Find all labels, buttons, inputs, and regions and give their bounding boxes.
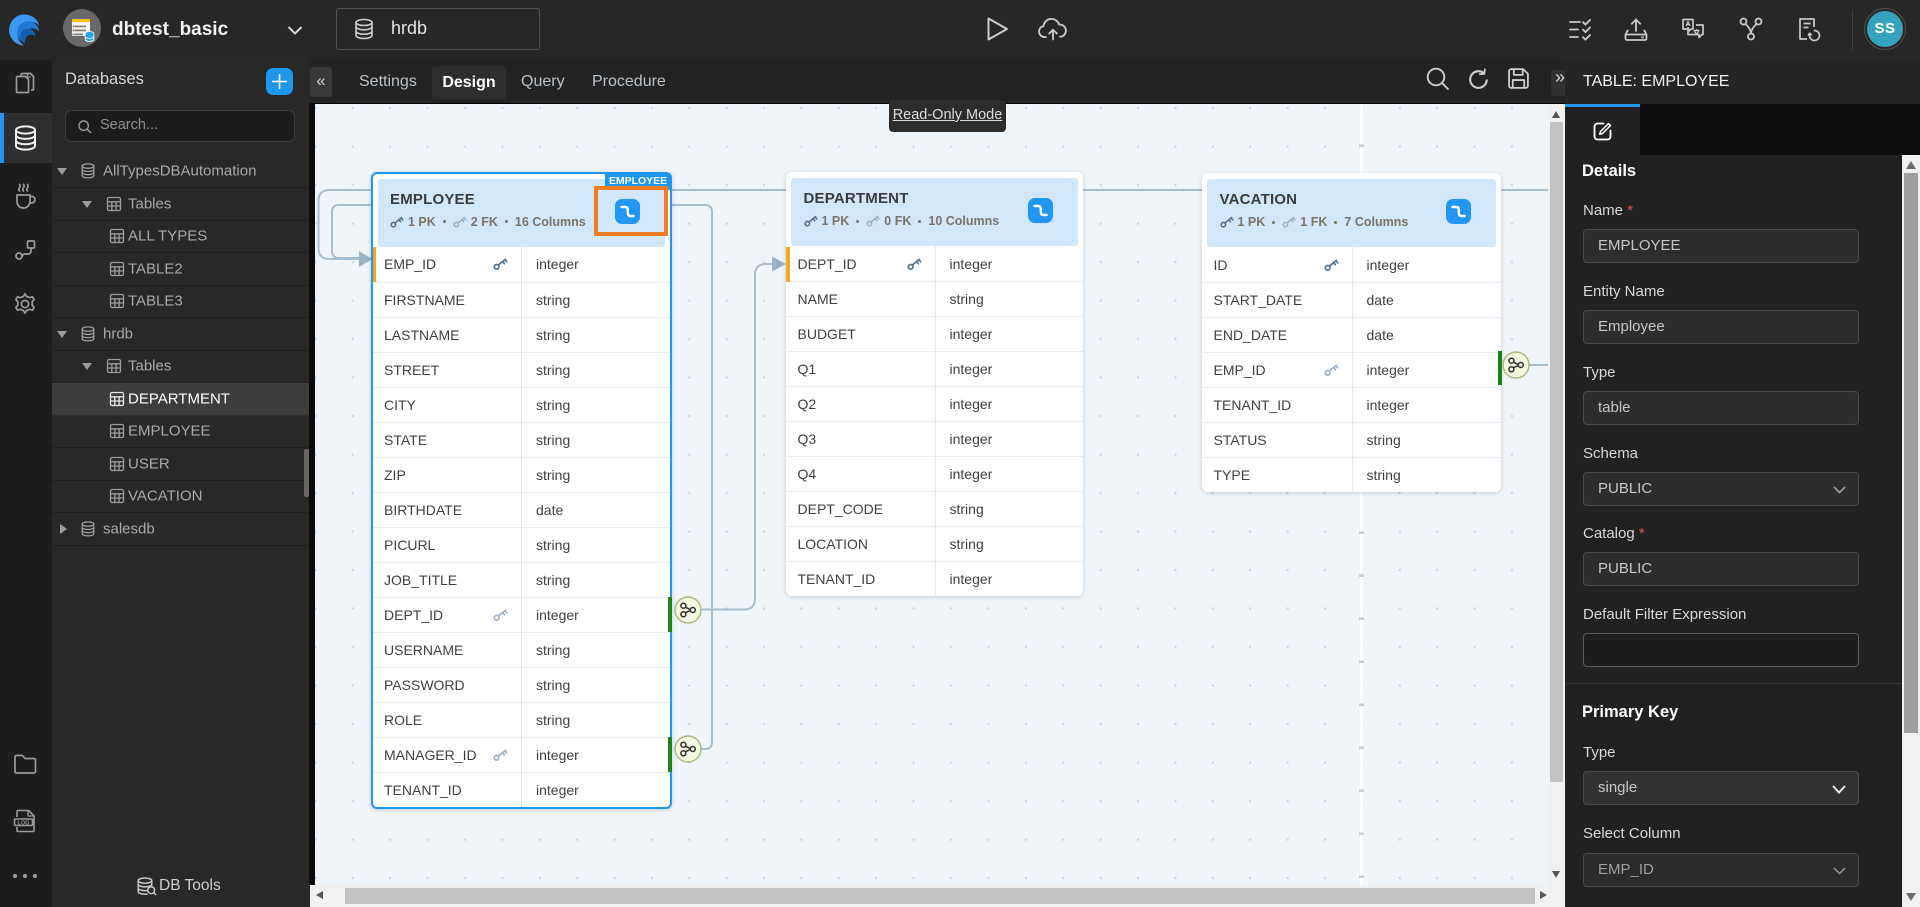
svg-text:LOG: LOG: [18, 820, 30, 826]
